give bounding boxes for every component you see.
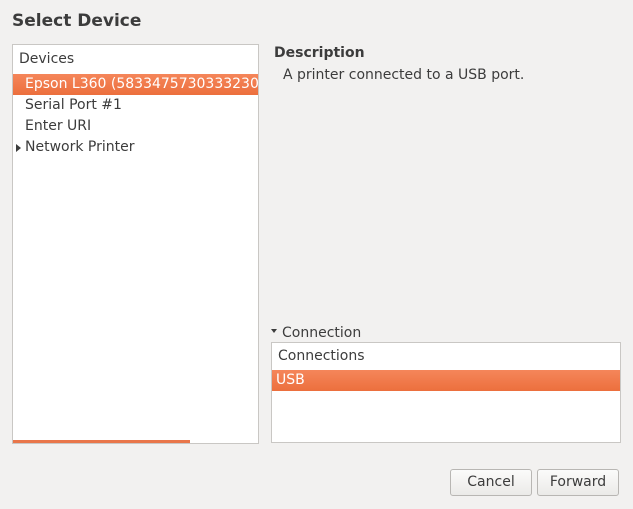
connection-item-label: USB: [276, 372, 305, 388]
description-title: Description: [274, 45, 365, 61]
connections-list[interactable]: Connections USB: [271, 342, 621, 443]
collapse-arrow-icon: [271, 329, 277, 333]
devices-column-header[interactable]: Devices: [13, 45, 258, 74]
connection-expander-label: Connection: [282, 325, 362, 341]
device-item-enter-uri[interactable]: Enter URI: [13, 116, 258, 137]
devices-tree[interactable]: Devices Epson L360 (58334757303332302986…: [12, 44, 259, 444]
connections-column-header[interactable]: Connections: [272, 343, 620, 370]
expander-arrow-icon[interactable]: [16, 144, 21, 152]
horizontal-scrollbar[interactable]: [13, 440, 190, 443]
device-item-label: Enter URI: [25, 118, 92, 134]
page-title: Select Device: [12, 11, 142, 31]
device-item-label: Network Printer: [25, 139, 135, 155]
description-text: A printer connected to a USB port.: [283, 67, 525, 83]
forward-button[interactable]: Forward: [537, 469, 619, 496]
device-item-epson[interactable]: Epson L360 (583347573033323029863): [13, 74, 258, 95]
device-item-label: Epson L360 (583347573033323029863): [25, 76, 258, 92]
select-device-dialog: Select Device Devices Epson L360 (583347…: [0, 0, 633, 509]
device-item-label: Serial Port #1: [25, 97, 122, 113]
device-item-serial-port[interactable]: Serial Port #1: [13, 95, 258, 116]
connection-item-usb[interactable]: USB: [272, 370, 620, 391]
cancel-button[interactable]: Cancel: [450, 469, 532, 496]
device-item-network-printer[interactable]: Network Printer: [13, 137, 258, 158]
connection-expander[interactable]: Connection: [271, 324, 361, 342]
